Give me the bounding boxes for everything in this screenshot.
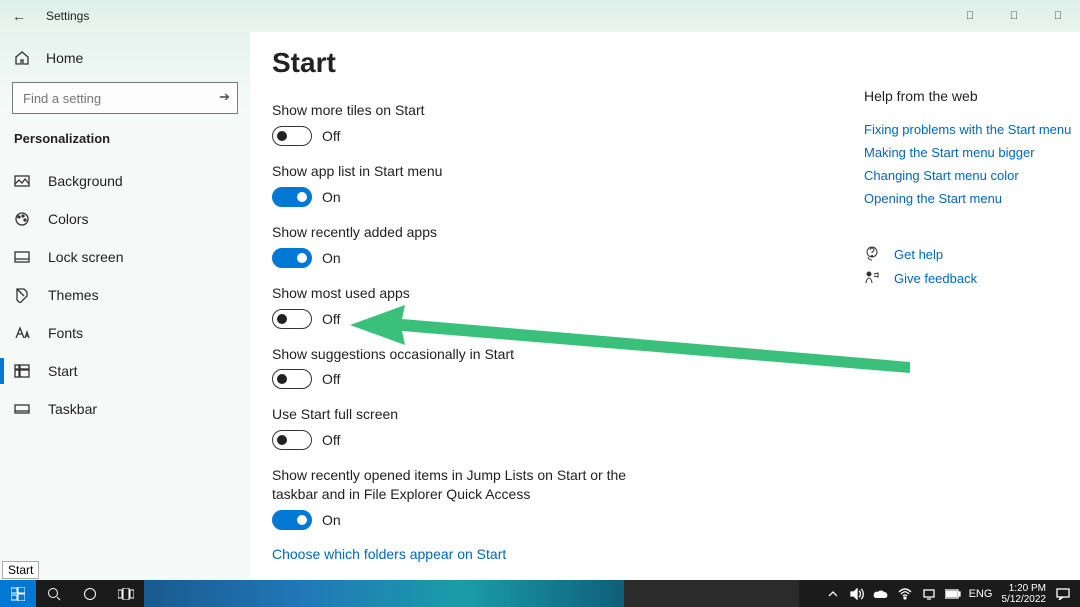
close-button[interactable]: : [1036, 0, 1080, 32]
home-label: Home: [46, 50, 83, 66]
setting-label: Show app list in Start menu: [272, 162, 632, 181]
tray-overflow[interactable]: [822, 580, 844, 607]
help-icon: [864, 246, 880, 262]
lockscreen-icon: [14, 249, 30, 265]
taskbar-running-1[interactable]: [144, 580, 624, 607]
task-view-button[interactable]: [108, 580, 144, 607]
toggle-state: On: [322, 189, 341, 205]
search-button[interactable]: [36, 580, 72, 607]
tray-volume-icon[interactable]: [846, 580, 868, 607]
page-title: Start: [272, 47, 864, 79]
feedback-icon: [864, 270, 880, 286]
start-button[interactable]: [0, 580, 36, 607]
help-link-1[interactable]: Making the Start menu bigger: [864, 145, 1074, 160]
toggle-state: Off: [322, 128, 340, 144]
tray-network-icon[interactable]: [918, 580, 940, 607]
themes-icon: [14, 287, 30, 303]
toggle-suggestions[interactable]: [272, 369, 312, 389]
toggle-app-list[interactable]: [272, 187, 312, 207]
sidebar-item-themes[interactable]: Themes: [0, 276, 250, 314]
toggle-state: Off: [322, 432, 340, 448]
window-titlebar: ← Settings   : [0, 0, 1080, 32]
tray-action-center[interactable]: [1052, 580, 1074, 607]
setting-label: Show suggestions occasionally in Start: [272, 345, 632, 364]
sidebar-item-lockscreen[interactable]: Lock screen: [0, 238, 250, 276]
setting-label: Show recently added apps: [272, 223, 632, 242]
help-link-3[interactable]: Opening the Start menu: [864, 191, 1074, 206]
sidebar-item-label: Taskbar: [48, 401, 97, 417]
palette-icon: [14, 211, 30, 227]
start-icon: [14, 363, 30, 379]
give-feedback-link[interactable]: Give feedback: [894, 271, 977, 286]
tray-time: 1:20 PM: [1002, 583, 1047, 594]
sidebar-item-label: Fonts: [48, 325, 83, 341]
setting-suggestions: Show suggestions occasionally in Start O…: [272, 345, 864, 390]
tray-clock[interactable]: 1:20 PM 5/12/2022: [998, 583, 1051, 605]
sidebar-item-label: Background: [48, 173, 123, 189]
taskbar-running-2[interactable]: [624, 580, 799, 607]
sidebar-item-fonts[interactable]: Fonts: [0, 314, 250, 352]
setting-label: Use Start full screen: [272, 405, 632, 424]
toggle-recent-items[interactable]: [272, 510, 312, 530]
sidebar-item-colors[interactable]: Colors: [0, 200, 250, 238]
sidebar-item-label: Colors: [48, 211, 88, 227]
toggle-state: Off: [322, 311, 340, 327]
sidebar-item-label: Start: [48, 363, 78, 379]
toggle-most-used[interactable]: [272, 309, 312, 329]
cortana-button[interactable]: [72, 580, 108, 607]
sidebar-category: Personalization: [0, 128, 250, 162]
picture-icon: [14, 173, 30, 189]
toggle-full-screen[interactable]: [272, 430, 312, 450]
sidebar-item-taskbar[interactable]: Taskbar: [0, 390, 250, 428]
choose-folders-link[interactable]: Choose which folders appear on Start: [272, 546, 864, 562]
toggle-recent-apps[interactable]: [272, 248, 312, 268]
taskbar: ENG 1:20 PM 5/12/2022: [0, 580, 1080, 607]
setting-app-list: Show app list in Start menu On: [272, 162, 864, 207]
help-link-2[interactable]: Changing Start menu color: [864, 168, 1074, 183]
tray-battery-icon[interactable]: [942, 580, 964, 607]
minimize-button[interactable]: : [948, 0, 992, 32]
setting-full-screen: Use Start full screen Off: [272, 405, 864, 450]
help-aside: Help from the web Fixing problems with t…: [864, 32, 1074, 580]
tray-date: 5/12/2022: [1002, 594, 1047, 605]
fonts-icon: [14, 325, 30, 341]
toggle-more-tiles[interactable]: [272, 126, 312, 146]
search-icon: ➔: [219, 89, 230, 105]
start-tooltip: Start: [2, 561, 39, 579]
search-input[interactable]: [12, 82, 238, 114]
sidebar-item-start[interactable]: Start: [0, 352, 250, 390]
back-button[interactable]: ←: [12, 8, 26, 24]
setting-label: Show recently opened items in Jump Lists…: [272, 466, 632, 504]
help-link-0[interactable]: Fixing problems with the Start menu: [864, 122, 1074, 137]
tray-language[interactable]: ENG: [966, 580, 996, 607]
setting-most-used: Show most used apps Off: [272, 284, 864, 329]
get-help-link[interactable]: Get help: [894, 247, 943, 262]
toggle-state: On: [322, 250, 341, 266]
toggle-state: Off: [322, 371, 340, 387]
maximize-button[interactable]: : [992, 0, 1036, 32]
tray-wifi-icon[interactable]: [894, 580, 916, 607]
setting-recent-apps: Show recently added apps On: [272, 223, 864, 268]
taskbar-icon: [14, 401, 30, 417]
settings-search[interactable]: ➔: [12, 82, 238, 114]
setting-more-tiles: Show more tiles on Start Off: [272, 101, 864, 146]
tray-onedrive-icon[interactable]: [870, 580, 892, 607]
settings-main: Start Show more tiles on Start Off Show …: [272, 32, 864, 580]
toggle-state: On: [322, 512, 341, 528]
setting-label: Show more tiles on Start: [272, 101, 632, 120]
sidebar-item-label: Themes: [48, 287, 99, 303]
sidebar-item-label: Lock screen: [48, 249, 123, 265]
setting-recent-items: Show recently opened items in Jump Lists…: [272, 466, 864, 530]
sidebar-item-background[interactable]: Background: [0, 162, 250, 200]
home-icon: [14, 50, 30, 66]
sidebar-item-home[interactable]: Home: [0, 44, 250, 82]
window-title: Settings: [46, 9, 89, 23]
help-title: Help from the web: [864, 88, 1074, 104]
settings-sidebar: Home ➔ Personalization Background Colors…: [0, 32, 250, 580]
setting-label: Show most used apps: [272, 284, 632, 303]
